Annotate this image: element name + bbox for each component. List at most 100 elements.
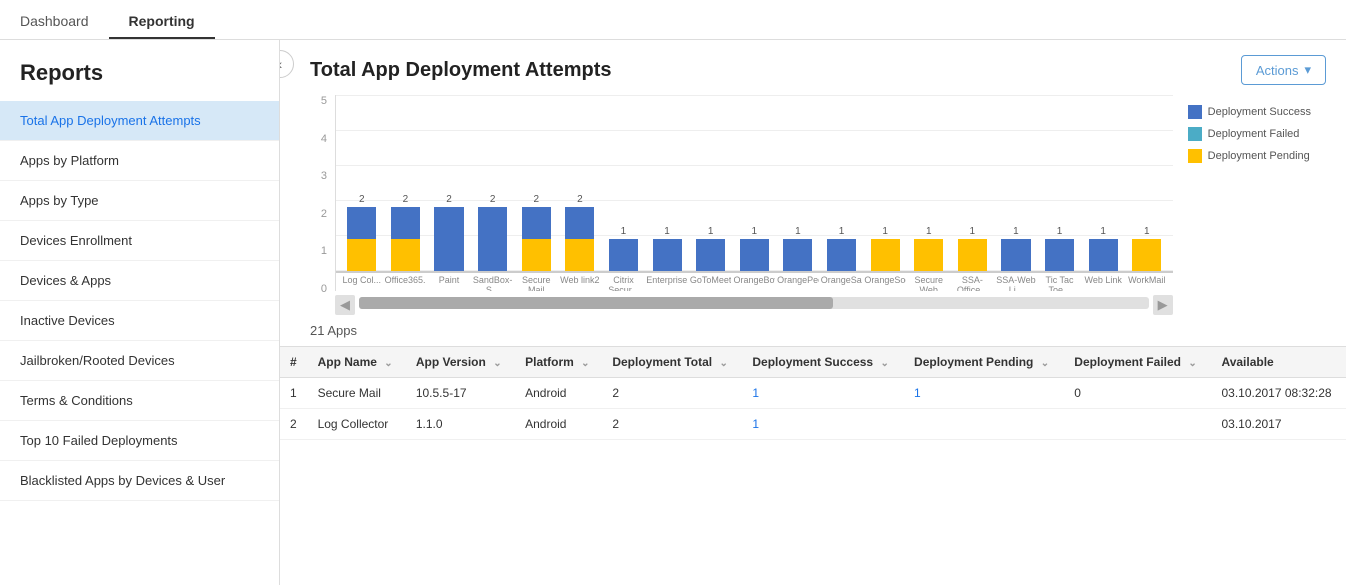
cell-deploy-total-1: 2	[602, 409, 742, 440]
col-platform[interactable]: Platform ⌄	[515, 347, 602, 378]
legend-label-failed: Deployment Failed	[1208, 128, 1300, 140]
apps-count: 21 Apps	[280, 315, 1346, 346]
sidebar-item-jailbroken-rooted[interactable]: Jailbroken/Rooted Devices	[0, 341, 279, 381]
sidebar-item-inactive-devices[interactable]: Inactive Devices	[0, 301, 279, 341]
bar-stack-15	[995, 239, 1037, 271]
bar-group-9: 1	[733, 226, 775, 271]
x-label-3: SandBox-S...	[472, 273, 514, 291]
cell-deploy-success-0[interactable]: 1	[742, 378, 904, 409]
bar-top-label-13: 1	[926, 226, 932, 237]
main-header: Total App Deployment Attempts Actions ▾	[280, 40, 1346, 95]
sidebar-item-apps-by-type[interactable]: Apps by Type	[0, 181, 279, 221]
bar-group-12: 1	[864, 226, 906, 271]
bar-stack-1	[385, 207, 427, 271]
bar-segment-blue-7	[653, 239, 682, 271]
bar-top-label-2: 2	[446, 194, 452, 205]
bar-group-5: 2	[559, 194, 601, 271]
sidebar-item-terms-conditions[interactable]: Terms & Conditions	[0, 381, 279, 421]
bar-top-label-0: 2	[359, 194, 365, 205]
x-label-12: OrangeSoda	[864, 273, 906, 291]
chart-area: 0 1 2 3 4 5	[280, 95, 1346, 315]
sidebar-title: Reports	[0, 50, 279, 101]
bar-segment-blue-4	[522, 207, 551, 239]
bar-group-13: 1	[908, 226, 950, 271]
col-app-name[interactable]: App Name ⌄	[308, 347, 406, 378]
col-deployment-total[interactable]: Deployment Total ⌄	[602, 347, 742, 378]
sidebar-item-apps-by-platform[interactable]: Apps by Platform	[0, 141, 279, 181]
sort-deploy-failed-icon: ⌄	[1188, 358, 1196, 369]
main-content: ‹ Total App Deployment Attempts Actions …	[280, 40, 1346, 585]
cell-available-0: 03.10.2017 08:32:28	[1211, 378, 1346, 409]
x-label-4: Secure Mail	[515, 273, 557, 291]
col-deployment-pending[interactable]: Deployment Pending ⌄	[904, 347, 1064, 378]
cell-app-version-0: 10.5.5-17	[406, 378, 515, 409]
bar-segment-gold-0	[347, 239, 376, 271]
bar-top-label-4: 2	[533, 194, 539, 205]
nav-reporting[interactable]: Reporting	[109, 5, 215, 39]
bars-row: 2222221111111111111	[336, 95, 1173, 271]
legend-swatch-success	[1188, 105, 1202, 119]
y-label-3: 3	[310, 170, 327, 182]
bar-stack-10	[777, 239, 819, 271]
col-app-version[interactable]: App Version ⌄	[406, 347, 515, 378]
bar-top-label-17: 1	[1100, 226, 1106, 237]
bar-stack-18	[1126, 239, 1168, 271]
sidebar-item-blacklisted-apps[interactable]: Blacklisted Apps by Devices & User	[0, 461, 279, 501]
legend-swatch-pending	[1188, 149, 1202, 163]
sidebar-item-devices-apps[interactable]: Devices & Apps	[0, 261, 279, 301]
y-label-2: 2	[310, 208, 327, 220]
chart-bars-wrapper: 2222221111111111111 Log Col...Office365.…	[335, 95, 1173, 291]
cell-app-name-0: Secure Mail	[308, 378, 406, 409]
actions-button[interactable]: Actions ▾	[1241, 55, 1326, 85]
bar-segment-gold-5	[565, 239, 594, 271]
legend-deployment-pending: Deployment Pending	[1188, 149, 1311, 163]
nav-dashboard[interactable]: Dashboard	[0, 5, 109, 39]
chart-scrollbar[interactable]	[359, 297, 1149, 309]
sidebar-item-top10-failed[interactable]: Top 10 Failed Deployments	[0, 421, 279, 461]
bar-segment-blue-3	[478, 207, 507, 271]
cell-deploy-failed-1	[1064, 409, 1211, 440]
y-label-4: 4	[310, 133, 327, 145]
bar-group-1: 2	[385, 194, 427, 271]
scroll-right-arrow[interactable]: ▶	[1153, 295, 1173, 315]
bar-top-label-6: 1	[621, 226, 627, 237]
actions-label: Actions	[1256, 63, 1299, 78]
sidebar-item-total-app-deployment[interactable]: Total App Deployment Attempts	[0, 101, 279, 141]
bar-top-label-12: 1	[882, 226, 888, 237]
cell-app-name-1: Log Collector	[308, 409, 406, 440]
cell-app-version-1: 1.1.0	[406, 409, 515, 440]
bar-segment-blue-2	[434, 207, 463, 271]
bar-group-3: 2	[472, 194, 514, 271]
bar-segment-gold-12	[871, 239, 900, 271]
bar-top-label-8: 1	[708, 226, 714, 237]
bar-segment-blue-15	[1001, 239, 1030, 271]
deployment-table: # App Name ⌄ App Version ⌄ Platform ⌄ De…	[280, 346, 1346, 440]
bar-segment-blue-5	[565, 207, 594, 239]
cell-deploy-failed-0: 0	[1064, 378, 1211, 409]
bar-stack-4	[515, 207, 557, 271]
sidebar-item-devices-enrollment[interactable]: Devices Enrollment	[0, 221, 279, 261]
chart-y-axis: 0 1 2 3 4 5	[310, 95, 335, 315]
x-label-7: Enterprise1	[646, 273, 688, 291]
cell-deploy-success-1[interactable]: 1	[742, 409, 904, 440]
top-navigation: Dashboard Reporting	[0, 0, 1346, 40]
y-label-1: 1	[310, 245, 327, 257]
sort-app-version-icon: ⌄	[493, 358, 501, 369]
x-label-6: Citrix Secur...	[603, 273, 645, 291]
bar-top-label-3: 2	[490, 194, 496, 205]
scroll-left-arrow[interactable]: ◀	[335, 295, 355, 315]
bar-segment-blue-17	[1089, 239, 1118, 271]
scrollbar-container: ◀ ▶	[335, 295, 1173, 315]
bar-segment-gold-13	[914, 239, 943, 271]
col-deployment-success[interactable]: Deployment Success ⌄	[742, 347, 904, 378]
bar-segment-blue-0	[347, 207, 376, 239]
bar-group-14: 1	[952, 226, 994, 271]
sort-deploy-total-icon: ⌄	[719, 358, 727, 369]
bar-group-0: 2	[341, 194, 383, 271]
bar-segment-blue-10	[783, 239, 812, 271]
x-label-18: WorkMail	[1126, 273, 1168, 291]
x-label-13: Secure Web	[908, 273, 950, 291]
x-label-10: OrangePeel	[777, 273, 819, 291]
col-deployment-failed[interactable]: Deployment Failed ⌄	[1064, 347, 1211, 378]
cell-deploy-pending-0[interactable]: 1	[904, 378, 1064, 409]
